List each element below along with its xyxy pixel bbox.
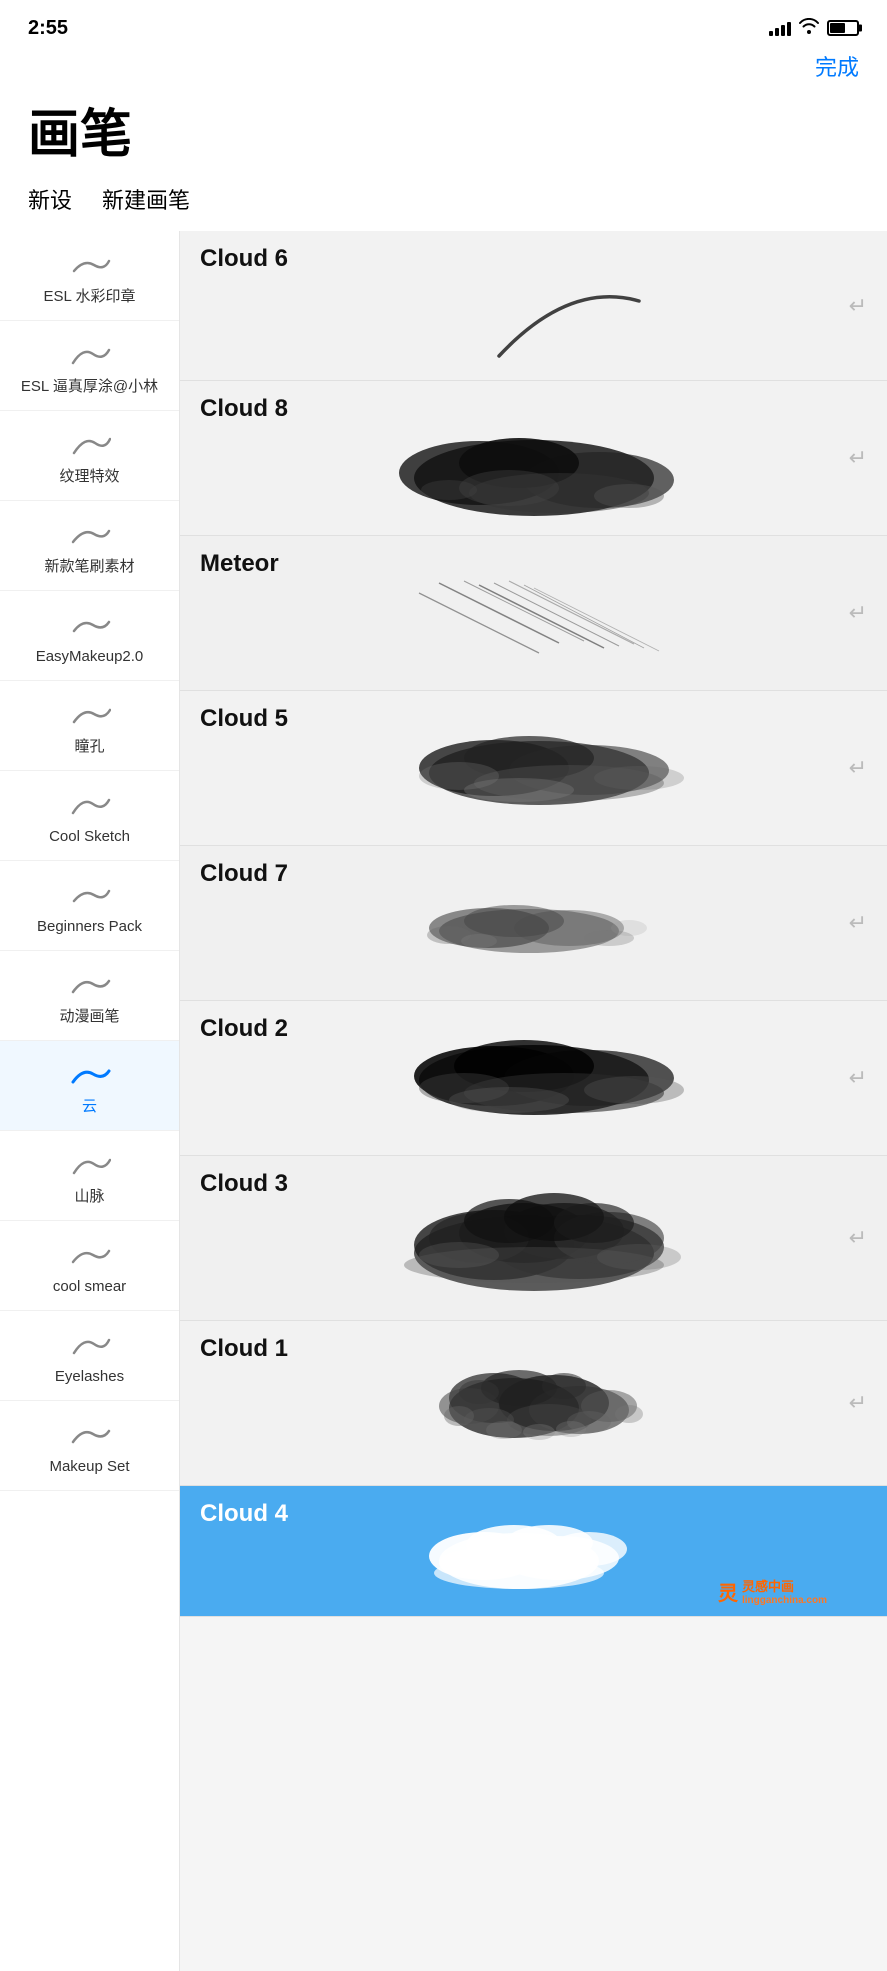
brush-preview bbox=[200, 393, 867, 523]
brush-icon bbox=[68, 697, 112, 733]
sidebar: ESL 水彩印章 ESL 逼真厚涂@小林 纹理特效 bbox=[0, 231, 180, 1971]
brush-icon bbox=[68, 877, 112, 913]
brush-row-cloud1[interactable]: Cloud 1 bbox=[180, 1321, 887, 1486]
sidebar-label: Makeup Set bbox=[49, 1457, 129, 1477]
sidebar-label: 动漫画笔 bbox=[59, 1007, 119, 1027]
battery-icon bbox=[827, 20, 859, 36]
brush-preview bbox=[200, 858, 867, 988]
sidebar-item-cool-sketch[interactable]: Cool Sketch bbox=[0, 771, 179, 861]
brush-preview bbox=[200, 1013, 867, 1143]
brush-row-meteor[interactable]: Meteor ↵ bbox=[180, 536, 887, 691]
brush-row-cloud6[interactable]: Cloud 6 ↵ bbox=[180, 231, 887, 381]
sidebar-label: Eyelashes bbox=[55, 1367, 124, 1387]
brush-arrow: ↵ bbox=[849, 1225, 867, 1251]
brush-icon bbox=[68, 787, 112, 823]
brush-arrow: ↵ bbox=[849, 755, 867, 781]
brush-icon bbox=[68, 1057, 112, 1093]
sidebar-item-easymakeup[interactable]: EasyMakeup2.0 bbox=[0, 591, 179, 681]
brush-preview bbox=[200, 241, 867, 371]
brush-arrow: ↵ bbox=[849, 600, 867, 626]
brush-icon bbox=[68, 247, 112, 283]
toolbar: 新设 新建画笔 bbox=[0, 183, 887, 231]
brush-icon bbox=[68, 427, 112, 463]
brush-row-cloud8[interactable]: Cloud 8 ↵ bbox=[180, 381, 887, 536]
sidebar-label: Cool Sketch bbox=[49, 827, 130, 847]
sidebar-item-makeup[interactable]: Makeup Set bbox=[0, 1401, 179, 1491]
brush-icon bbox=[68, 337, 112, 373]
brush-icon bbox=[68, 967, 112, 1003]
sidebar-label: 纹理特效 bbox=[59, 467, 119, 487]
brush-icon bbox=[68, 517, 112, 553]
sidebar-label: 山脉 bbox=[74, 1187, 104, 1207]
sidebar-label: ESL 水彩印章 bbox=[44, 287, 136, 307]
watermark: 灵 灵感中画 lingganchina.com bbox=[718, 1576, 827, 1606]
new-brush-button[interactable]: 新建画笔 bbox=[102, 183, 190, 215]
sidebar-label: EasyMakeup2.0 bbox=[36, 647, 144, 667]
sidebar-item-pupil[interactable]: 瞳孔 bbox=[0, 681, 179, 771]
sidebar-item-new-brush[interactable]: 新款笔刷素材 bbox=[0, 501, 179, 591]
brush-icon bbox=[68, 1237, 112, 1273]
brush-icon bbox=[68, 1147, 112, 1183]
status-icons bbox=[769, 18, 859, 39]
brush-preview bbox=[200, 1173, 867, 1303]
brush-row-cloud4[interactable]: Cloud 4 灵 灵感中画 lingganchi bbox=[180, 1486, 887, 1617]
sidebar-label: 云 bbox=[82, 1097, 97, 1117]
brush-arrow: ↵ bbox=[849, 1065, 867, 1091]
done-button[interactable]: 完成 bbox=[815, 50, 859, 82]
brush-row-cloud2[interactable]: Cloud 2 ↵ bbox=[180, 1001, 887, 1156]
brush-arrow: ↵ bbox=[849, 445, 867, 471]
brush-preview bbox=[200, 703, 867, 833]
sidebar-item-cool-smear[interactable]: cool smear bbox=[0, 1221, 179, 1311]
sidebar-item-esl-thick[interactable]: ESL 逼真厚涂@小林 bbox=[0, 321, 179, 411]
sidebar-item-mountain[interactable]: 山脉 bbox=[0, 1131, 179, 1221]
brush-row-cloud7[interactable]: Cloud 7 ↵ bbox=[180, 846, 887, 1001]
brush-icon bbox=[68, 1327, 112, 1363]
brush-icon bbox=[68, 1417, 112, 1453]
sidebar-label: 新款笔刷素材 bbox=[44, 557, 134, 577]
brush-arrow: ↵ bbox=[849, 293, 867, 319]
brush-list: Cloud 6 ↵ Cloud 8 bbox=[180, 231, 887, 1971]
new-set-button[interactable]: 新设 bbox=[28, 183, 72, 215]
brush-arrow: ↵ bbox=[849, 910, 867, 936]
sidebar-item-esl-watercolor[interactable]: ESL 水彩印章 bbox=[0, 231, 179, 321]
sidebar-item-anime[interactable]: 动漫画笔 bbox=[0, 951, 179, 1041]
brush-row-cloud5[interactable]: Cloud 5 ↵ bbox=[180, 691, 887, 846]
status-time: 2:55 bbox=[28, 17, 68, 40]
page-title: 画笔 bbox=[0, 92, 887, 183]
status-bar: 2:55 bbox=[0, 0, 887, 50]
brush-row-cloud3[interactable]: Cloud 3 bbox=[180, 1156, 887, 1321]
wifi-icon bbox=[799, 18, 819, 39]
signal-icon bbox=[769, 20, 791, 36]
sidebar-item-texture[interactable]: 纹理特效 bbox=[0, 411, 179, 501]
sidebar-label: cool smear bbox=[53, 1277, 126, 1297]
sidebar-item-eyelashes[interactable]: Eyelashes bbox=[0, 1311, 179, 1401]
sidebar-item-cloud[interactable]: 云 bbox=[0, 1041, 179, 1131]
brush-arrow: ↵ bbox=[849, 1390, 867, 1416]
sidebar-item-beginners[interactable]: Beginners Pack bbox=[0, 861, 179, 951]
sidebar-label: Beginners Pack bbox=[37, 917, 142, 937]
sidebar-label: ESL 逼真厚涂@小林 bbox=[21, 377, 158, 397]
header: 完成 bbox=[0, 50, 887, 92]
brush-preview bbox=[200, 548, 867, 678]
brush-icon bbox=[68, 607, 112, 643]
brush-preview bbox=[200, 1338, 867, 1468]
sidebar-label: 瞳孔 bbox=[74, 737, 104, 757]
main-layout: ESL 水彩印章 ESL 逼真厚涂@小林 纹理特效 bbox=[0, 231, 887, 1971]
